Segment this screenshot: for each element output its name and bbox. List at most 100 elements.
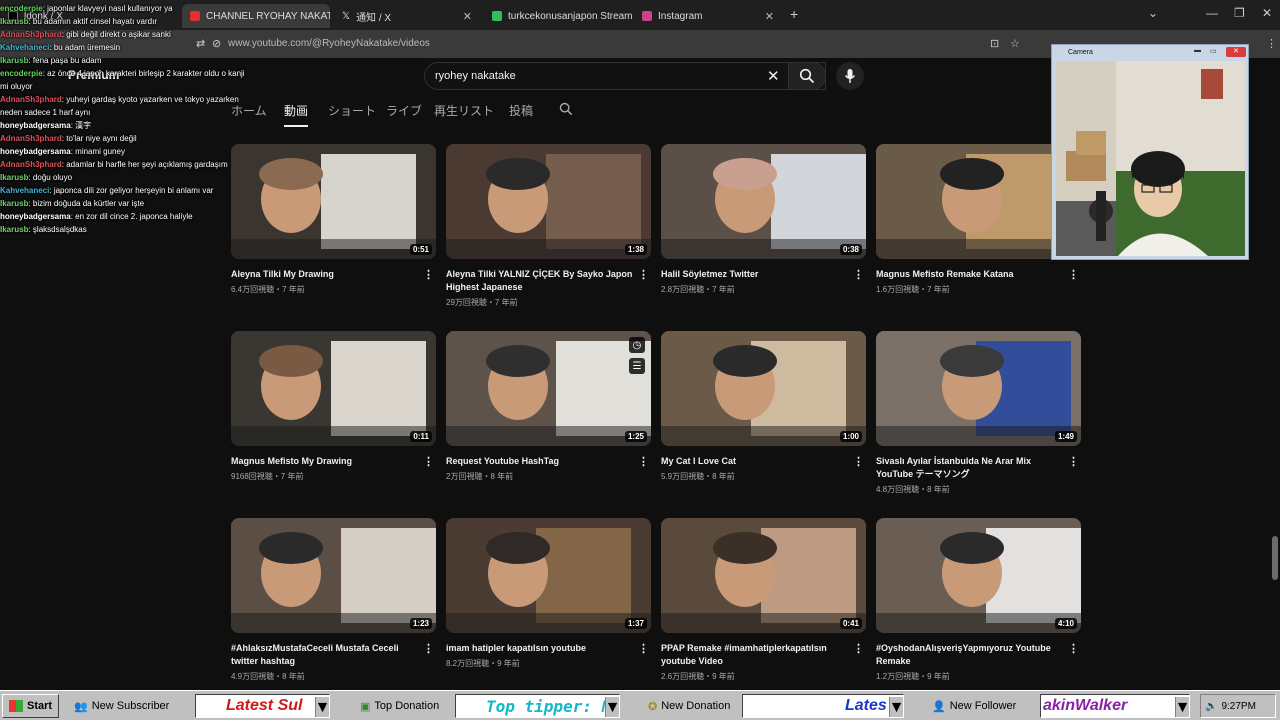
dropdown-arrow-icon[interactable]: ▼ xyxy=(315,697,329,717)
video-thumbnail[interactable]: 1:49 xyxy=(876,331,1081,446)
video-thumbnail[interactable]: 0:11 xyxy=(231,331,436,446)
more-options-icon[interactable]: ⋮ xyxy=(853,642,864,655)
video-card[interactable]: 0:41 PPAP Remake #imamhatiplerkapatılsın … xyxy=(661,518,866,681)
tab-shorts[interactable]: ショート xyxy=(328,102,376,119)
chat-message: encoderpie: az önce 4 japon karakteri bi… xyxy=(0,67,250,93)
scrollbar-thumb[interactable] xyxy=(1272,536,1278,580)
more-options-icon[interactable]: ⋮ xyxy=(638,268,649,281)
video-title[interactable]: #AhlaksızMustafaCeceli Mustafa Ceceli tw… xyxy=(231,642,421,668)
new-subscriber-widget[interactable]: 👥 New Subscriber xyxy=(74,694,169,718)
video-title[interactable]: My Cat I Love Cat xyxy=(661,455,851,468)
clear-search-icon[interactable]: ✕ xyxy=(767,67,780,85)
tab-instagram[interactable]: Instagram ✕ xyxy=(634,4,782,28)
chat-username: Ikarusb xyxy=(0,225,29,234)
video-card[interactable]: 1:25 ◷ ☰ Request Youtube HashTag 2万回視聴・8 年前 ⋮ xyxy=(446,331,651,481)
video-title[interactable]: imam hatipler kapatılsın youtube xyxy=(446,642,636,655)
video-title[interactable]: Magnus Mefisto Remake Katana xyxy=(876,268,1066,281)
new-donation-widget[interactable]: ✪ New Donation xyxy=(648,694,730,718)
video-thumbnail[interactable]: 0:38 xyxy=(661,144,866,259)
video-card[interactable]: 0:11 Magnus Mefisto My Drawing 9168回視聴・7 年… xyxy=(231,331,436,481)
video-title[interactable]: Request Youtube HashTag xyxy=(446,455,636,468)
tab-stream[interactable]: turkcekonusanjapon Stream - V ✕ xyxy=(484,4,632,28)
more-options-icon[interactable]: ⋮ xyxy=(423,268,434,281)
dropdown-arrow-icon[interactable]: ▼ xyxy=(605,697,619,717)
video-card[interactable]: 1:49 Sivaslı Ayılar İstanbulda Ne Arar Mi… xyxy=(876,331,1081,494)
search-button[interactable] xyxy=(788,62,826,90)
tab-notifications[interactable]: 𝕏 通知 / X ✕ xyxy=(334,4,480,28)
video-card[interactable]: 4:10 #OyshodanAlışverişYapmıyoruz Youtube… xyxy=(876,518,1081,681)
more-options-icon[interactable]: ⋮ xyxy=(853,455,864,468)
more-options-icon[interactable]: ⋮ xyxy=(638,642,649,655)
video-thumbnail[interactable]: 1:38 xyxy=(446,144,651,259)
tab-playlists[interactable]: 再生リスト xyxy=(434,102,494,119)
close-button[interactable]: ✕ xyxy=(1226,47,1246,57)
close-icon[interactable]: ✕ xyxy=(765,10,774,23)
video-title[interactable]: PPAP Remake #imamhatiplerkapatılsın yout… xyxy=(661,642,851,668)
chat-message: honeybadgersama: minami guney xyxy=(0,145,250,158)
search-box[interactable]: ryohey nakatake ✕ xyxy=(424,62,826,90)
video-thumbnail[interactable]: 0:41 xyxy=(661,518,866,633)
video-duration: 0:51 xyxy=(409,244,432,255)
video-title[interactable]: Halil Söyletmez Twitter xyxy=(661,268,851,281)
menu-icon[interactable]: ⋮ xyxy=(1266,37,1277,50)
more-options-icon[interactable]: ⋮ xyxy=(1068,268,1079,281)
video-thumbnail[interactable]: 1:23 xyxy=(231,518,436,633)
video-title[interactable]: Magnus Mefisto My Drawing xyxy=(231,455,421,468)
more-options-icon[interactable]: ⋮ xyxy=(638,455,649,468)
video-thumbnail[interactable]: 0:51 xyxy=(231,144,436,259)
tab-posts[interactable]: 投稿 xyxy=(509,102,533,119)
video-card[interactable]: 0:51 Aleyna Tilki My Drawing 6.4万回視聴・7 年前 ⋮ xyxy=(231,144,436,294)
chat-text: şlaksdsalşdkas xyxy=(32,225,87,234)
tab-live[interactable]: ライブ xyxy=(386,102,422,119)
maximize-button[interactable]: ❐ xyxy=(1234,6,1245,20)
minimize-button[interactable]: ▬ xyxy=(1194,47,1201,54)
maximize-button[interactable]: ▭ xyxy=(1210,47,1217,55)
video-card[interactable]: 0:38 Halil Söyletmez Twitter 2.8万回視聴・7 年前 ⋮ xyxy=(661,144,866,294)
speaker-icon[interactable]: 🔈 xyxy=(1205,701,1217,712)
thumbnail-image xyxy=(231,331,436,446)
minimize-button[interactable]: — xyxy=(1206,6,1218,20)
video-card[interactable]: 1:00 My Cat I Love Cat 5.9万回視聴・8 年前 ⋮ xyxy=(661,331,866,481)
video-title[interactable]: #OyshodanAlışverişYapmıyoruz Youtube Rem… xyxy=(876,642,1066,668)
chevron-down-icon[interactable]: ⌄ xyxy=(1148,6,1158,20)
window-close-button[interactable]: ✕ xyxy=(1262,6,1272,20)
video-title[interactable]: Aleyna Tilki My Drawing xyxy=(231,268,421,281)
top-donation-widget[interactable]: ▣ Top Donation xyxy=(360,694,439,718)
video-thumbnail[interactable]: 1:37 xyxy=(446,518,651,633)
more-options-icon[interactable]: ⋮ xyxy=(1068,455,1079,468)
video-title[interactable]: Aleyna Tilki YALNIZ ÇİÇEK By Sayko Japon… xyxy=(446,268,636,294)
dropdown-arrow-icon[interactable]: ▼ xyxy=(1175,697,1189,717)
watch-later-icon[interactable]: ◷ xyxy=(629,337,645,353)
more-options-icon[interactable]: ⋮ xyxy=(853,268,864,281)
install-icon[interactable]: ⊡ xyxy=(990,37,999,50)
chat-username: Ikarusb xyxy=(0,173,29,182)
bookmark-star-icon[interactable]: ☆ xyxy=(1010,37,1020,50)
more-options-icon[interactable]: ⋮ xyxy=(1068,642,1079,655)
voice-search-button[interactable] xyxy=(836,62,864,90)
search-input[interactable]: ryohey nakatake xyxy=(435,70,516,82)
start-button[interactable]: Start xyxy=(2,694,60,718)
video-card[interactable]: 1:23 #AhlaksızMustafaCeceli Mustafa Cecel… xyxy=(231,518,436,681)
more-options-icon[interactable]: ⋮ xyxy=(423,455,434,468)
add-to-queue-icon[interactable]: ☰ xyxy=(629,358,645,374)
channel-search-icon[interactable] xyxy=(559,102,573,119)
video-thumbnail[interactable]: 4:10 xyxy=(876,518,1081,633)
url-field[interactable]: www.youtube.com/@RyoheyNakatake/videos xyxy=(228,38,430,49)
stream-icon xyxy=(492,11,502,21)
video-title[interactable]: Sivaslı Ayılar İstanbulda Ne Arar Mix Yo… xyxy=(876,455,1066,481)
camera-window[interactable]: Camera ▬ ▭ ✕ xyxy=(1051,44,1249,260)
video-card[interactable]: 1:38 Aleyna Tilki YALNIZ ÇİÇEK By Sayko J… xyxy=(446,144,651,307)
thumbnail-image xyxy=(661,518,866,633)
new-follower-widget[interactable]: 👤 New Follower xyxy=(932,694,1016,718)
more-options-icon[interactable]: ⋮ xyxy=(423,642,434,655)
tab-videos[interactable]: 動画 xyxy=(284,102,309,127)
chat-username: Kahvehaneci xyxy=(0,186,50,195)
webcam-feed xyxy=(1056,61,1245,256)
new-tab-button[interactable]: + xyxy=(790,6,798,22)
video-thumbnail[interactable]: 1:00 xyxy=(661,331,866,446)
close-icon[interactable]: ✕ xyxy=(463,10,472,23)
video-thumbnail[interactable]: 1:25 ◷ ☰ xyxy=(446,331,651,446)
video-card[interactable]: 1:37 imam hatipler kapatılsın youtube 8.2万… xyxy=(446,518,651,668)
dropdown-arrow-icon[interactable]: ▼ xyxy=(889,697,903,717)
chat-username: Kahvehaneci xyxy=(0,43,50,52)
